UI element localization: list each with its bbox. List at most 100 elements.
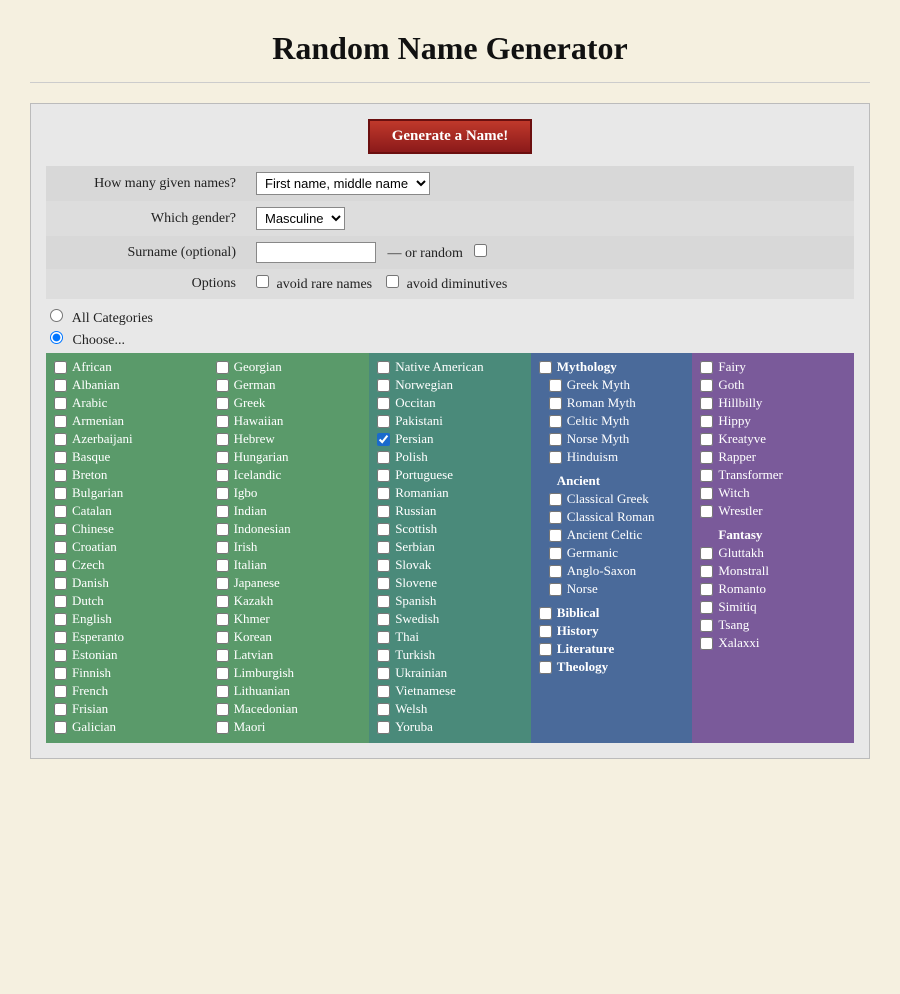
hebrew-checkbox[interactable] — [216, 433, 229, 446]
rapper-checkbox[interactable] — [700, 451, 713, 464]
french-checkbox[interactable] — [54, 685, 67, 698]
serbian-checkbox[interactable] — [377, 541, 390, 554]
classical-greek-checkbox[interactable] — [549, 493, 562, 506]
given-names-select[interactable]: First name only First name, middle name … — [256, 172, 430, 195]
occitan-checkbox[interactable] — [377, 397, 390, 410]
portuguese-checkbox[interactable] — [377, 469, 390, 482]
all-categories-option[interactable]: All Categories — [50, 309, 854, 327]
simitiq-checkbox[interactable] — [700, 601, 713, 614]
thai-checkbox[interactable] — [377, 631, 390, 644]
estonian-checkbox[interactable] — [54, 649, 67, 662]
slovene-checkbox[interactable] — [377, 577, 390, 590]
igbo-checkbox[interactable] — [216, 487, 229, 500]
czech-checkbox[interactable] — [54, 559, 67, 572]
romanto-checkbox[interactable] — [700, 583, 713, 596]
icelandic-checkbox[interactable] — [216, 469, 229, 482]
polish-checkbox[interactable] — [377, 451, 390, 464]
hillbilly-checkbox[interactable] — [700, 397, 713, 410]
kreatyve-checkbox[interactable] — [700, 433, 713, 446]
georgian-checkbox[interactable] — [216, 361, 229, 374]
maori-checkbox[interactable] — [216, 721, 229, 734]
roman-myth-checkbox[interactable] — [549, 397, 562, 410]
catalan-checkbox[interactable] — [54, 505, 67, 518]
surname-input[interactable] — [256, 242, 376, 263]
bulgarian-checkbox[interactable] — [54, 487, 67, 500]
kazakh-checkbox[interactable] — [216, 595, 229, 608]
all-categories-radio[interactable] — [50, 309, 63, 322]
avoid-dim-checkbox[interactable] — [386, 275, 399, 288]
ancient-celtic-checkbox[interactable] — [549, 529, 562, 542]
choose-option[interactable]: Choose... — [50, 331, 854, 349]
spanish-checkbox[interactable] — [377, 595, 390, 608]
russian-checkbox[interactable] — [377, 505, 390, 518]
hinduism-checkbox[interactable] — [549, 451, 562, 464]
swedish-checkbox[interactable] — [377, 613, 390, 626]
indian-checkbox[interactable] — [216, 505, 229, 518]
vietnamese-checkbox[interactable] — [377, 685, 390, 698]
korean-checkbox[interactable] — [216, 631, 229, 644]
dutch-checkbox[interactable] — [54, 595, 67, 608]
indonesian-checkbox[interactable] — [216, 523, 229, 536]
hawaiian-checkbox[interactable] — [216, 415, 229, 428]
esperanto-checkbox[interactable] — [54, 631, 67, 644]
hippy-checkbox[interactable] — [700, 415, 713, 428]
greek-checkbox[interactable] — [216, 397, 229, 410]
wrestler-checkbox[interactable] — [700, 505, 713, 518]
yoruba-checkbox[interactable] — [377, 721, 390, 734]
celtic-myth-checkbox[interactable] — [549, 415, 562, 428]
germanic-checkbox[interactable] — [549, 547, 562, 560]
chinese-checkbox[interactable] — [54, 523, 67, 536]
armenian-checkbox[interactable] — [54, 415, 67, 428]
latvian-checkbox[interactable] — [216, 649, 229, 662]
albanian-checkbox[interactable] — [54, 379, 67, 392]
italian-checkbox[interactable] — [216, 559, 229, 572]
irish-checkbox[interactable] — [216, 541, 229, 554]
breton-checkbox[interactable] — [54, 469, 67, 482]
japanese-checkbox[interactable] — [216, 577, 229, 590]
fairy-checkbox[interactable] — [700, 361, 713, 374]
pakistani-checkbox[interactable] — [377, 415, 390, 428]
greek-myth-checkbox[interactable] — [549, 379, 562, 392]
turkish-checkbox[interactable] — [377, 649, 390, 662]
scottish-checkbox[interactable] — [377, 523, 390, 536]
slovak-checkbox[interactable] — [377, 559, 390, 572]
literature-checkbox[interactable] — [539, 643, 552, 656]
limburgish-checkbox[interactable] — [216, 667, 229, 680]
macedonian-checkbox[interactable] — [216, 703, 229, 716]
galician-checkbox[interactable] — [54, 721, 67, 734]
choose-radio[interactable] — [50, 331, 63, 344]
frisian-checkbox[interactable] — [54, 703, 67, 716]
german-checkbox[interactable] — [216, 379, 229, 392]
avoid-rare-checkbox[interactable] — [256, 275, 269, 288]
finnish-checkbox[interactable] — [54, 667, 67, 680]
romanian-checkbox[interactable] — [377, 487, 390, 500]
persian-checkbox[interactable] — [377, 433, 390, 446]
khmer-checkbox[interactable] — [216, 613, 229, 626]
norse-myth-checkbox[interactable] — [549, 433, 562, 446]
danish-checkbox[interactable] — [54, 577, 67, 590]
basque-checkbox[interactable] — [54, 451, 67, 464]
generate-button[interactable]: Generate a Name! — [368, 119, 533, 154]
african-checkbox[interactable] — [54, 361, 67, 374]
or-random-checkbox[interactable] — [474, 244, 487, 257]
biblical-checkbox[interactable] — [539, 607, 552, 620]
tsang-checkbox[interactable] — [700, 619, 713, 632]
xalaxxi-checkbox[interactable] — [700, 637, 713, 650]
witch-checkbox[interactable] — [700, 487, 713, 500]
classical-roman-checkbox[interactable] — [549, 511, 562, 524]
norse-ancient-checkbox[interactable] — [549, 583, 562, 596]
norwegian-checkbox[interactable] — [377, 379, 390, 392]
english-checkbox[interactable] — [54, 613, 67, 626]
monstrall-checkbox[interactable] — [700, 565, 713, 578]
theology-checkbox[interactable] — [539, 661, 552, 674]
arabic-checkbox[interactable] — [54, 397, 67, 410]
goth-checkbox[interactable] — [700, 379, 713, 392]
hungarian-checkbox[interactable] — [216, 451, 229, 464]
gender-select[interactable]: Masculine Feminine Either — [256, 207, 345, 230]
azerbaijani-checkbox[interactable] — [54, 433, 67, 446]
welsh-checkbox[interactable] — [377, 703, 390, 716]
history-checkbox[interactable] — [539, 625, 552, 638]
anglo-saxon-checkbox[interactable] — [549, 565, 562, 578]
transformer-checkbox[interactable] — [700, 469, 713, 482]
lithuanian-checkbox[interactable] — [216, 685, 229, 698]
